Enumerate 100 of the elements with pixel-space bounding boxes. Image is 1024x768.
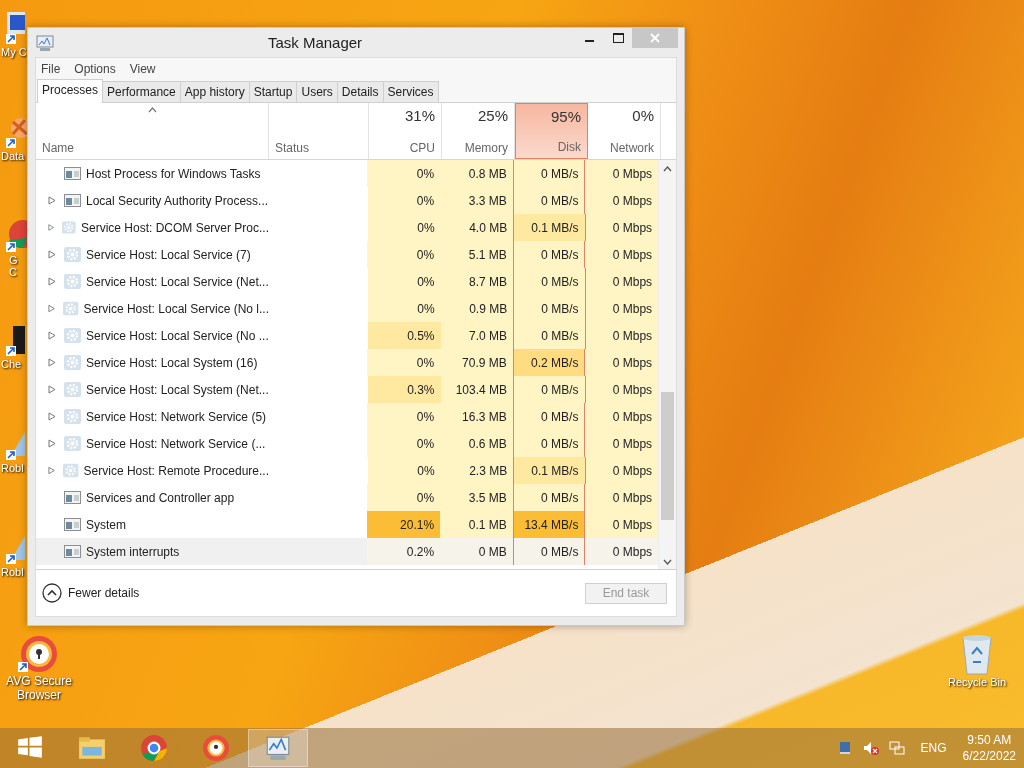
process-name-cell[interactable]: Host Process for Windows Tasks bbox=[36, 160, 268, 187]
column-label: Memory bbox=[464, 141, 508, 155]
tab[interactable]: Users bbox=[296, 81, 338, 102]
maximize-icon[interactable] bbox=[612, 33, 624, 43]
gear-icon bbox=[62, 220, 76, 235]
tab[interactable]: Performance bbox=[102, 81, 181, 102]
expand-arrow-icon[interactable] bbox=[48, 466, 56, 475]
table-cell: 0 MB/s bbox=[512, 403, 586, 430]
network-icon[interactable] bbox=[888, 740, 905, 756]
process-name-cell[interactable]: Service Host: Local Service (7) bbox=[36, 241, 268, 268]
table-cell: 0 Mbps bbox=[585, 484, 659, 511]
window-icon bbox=[64, 193, 81, 208]
table-cell: 0 Mbps bbox=[585, 430, 659, 457]
table-cell: 0 Mbps bbox=[585, 187, 659, 214]
process-name-cell[interactable]: Service Host: Local Service (No l... bbox=[36, 295, 269, 322]
monitor-chart-icon[interactable] bbox=[264, 734, 292, 762]
chevron-up-circle-icon[interactable] bbox=[42, 583, 62, 603]
expand-arrow-icon[interactable] bbox=[48, 412, 56, 421]
table-cell: 20.1% bbox=[367, 511, 441, 538]
process-name-cell[interactable]: Service Host: Network Service (... bbox=[36, 430, 268, 457]
table-cell: 0% bbox=[368, 214, 441, 241]
scroll-down-icon[interactable] bbox=[663, 559, 673, 565]
column-header[interactable]: Name bbox=[42, 141, 262, 155]
process-name: System bbox=[86, 517, 126, 532]
process-name-cell[interactable]: Service Host: Local Service (No ... bbox=[36, 322, 269, 349]
expand-arrow-icon[interactable] bbox=[48, 331, 56, 340]
tab[interactable]: Processes bbox=[37, 79, 104, 103]
table-cell: 0.1 MB/s bbox=[513, 457, 586, 484]
table-cell: 0 MB/s bbox=[512, 538, 586, 565]
table-cell: 0.8 MB bbox=[440, 160, 513, 187]
table-cell: 0.2 MB/s bbox=[512, 349, 586, 376]
table-cell: 0 MB/s bbox=[513, 322, 586, 349]
process-name: System interrupts bbox=[86, 544, 180, 559]
process-name: Service Host: Local Service (No l... bbox=[83, 301, 269, 316]
shortcut-label: Che bbox=[1, 358, 22, 370]
table-cell: 0.6 MB bbox=[440, 430, 513, 457]
table-cell: 0 Mbps bbox=[585, 376, 659, 403]
column-header[interactable]: Status bbox=[275, 141, 362, 155]
process-name-cell[interactable]: Service Host: Local System (16) bbox=[36, 349, 268, 376]
table-cell: 0.9 MB bbox=[440, 295, 514, 322]
process-name: Service Host: Network Service (5) bbox=[86, 409, 267, 424]
column-header[interactable]: 95% Disk bbox=[515, 103, 588, 159]
process-name: Service Host: Remote Procedure... bbox=[83, 463, 269, 478]
window-title: Task Manager bbox=[266, 34, 364, 51]
expand-arrow-icon[interactable] bbox=[48, 223, 55, 232]
scroll-up-icon[interactable] bbox=[663, 166, 673, 172]
expand-arrow-icon[interactable] bbox=[48, 385, 56, 394]
menu-item[interactable]: Options bbox=[74, 62, 116, 76]
folder-icon[interactable] bbox=[78, 734, 106, 762]
shortcut-icon[interactable] bbox=[5, 10, 27, 46]
process-name-cell[interactable]: Service Host: Local System (Net... bbox=[36, 376, 269, 403]
process-name-cell[interactable]: System interrupts bbox=[36, 538, 268, 565]
scrollbar[interactable] bbox=[658, 160, 676, 569]
process-name-cell[interactable]: Service Host: Network Service (5) bbox=[36, 403, 268, 430]
menu-item[interactable]: View bbox=[129, 62, 156, 76]
expand-arrow-icon[interactable] bbox=[48, 439, 56, 448]
gear-icon bbox=[64, 355, 81, 370]
tab[interactable]: App history bbox=[179, 81, 250, 102]
usage-percent: 95% bbox=[550, 108, 581, 125]
task-manager-icon bbox=[36, 33, 54, 52]
scroll-thumb[interactable] bbox=[661, 392, 675, 520]
table-cell: 13.4 MB/s bbox=[512, 511, 586, 538]
process-name: Service Host: Local System (16) bbox=[86, 355, 258, 370]
table-cell: 0 Mbps bbox=[585, 268, 659, 295]
expand-arrow-icon[interactable] bbox=[48, 277, 56, 286]
gear-icon bbox=[64, 328, 81, 343]
window-icon bbox=[64, 490, 81, 505]
tab[interactable]: Services bbox=[382, 81, 439, 102]
active-app-highlight[interactable] bbox=[248, 729, 308, 767]
column-header[interactable]: 31% CPU bbox=[369, 103, 442, 159]
process-name-cell[interactable]: System bbox=[36, 511, 268, 538]
menu-item[interactable]: File bbox=[41, 62, 61, 76]
table-cell: 0 Mbps bbox=[585, 538, 659, 565]
table-cell: 70.9 MB bbox=[440, 349, 513, 376]
expand-arrow-icon[interactable] bbox=[48, 358, 56, 367]
table-cell: 0% bbox=[367, 403, 441, 430]
process-name: Service Host: Local Service (7) bbox=[86, 247, 251, 262]
expand-arrow-icon[interactable] bbox=[48, 250, 56, 259]
expand-arrow-icon[interactable] bbox=[48, 304, 56, 313]
table-cell: 0.2% bbox=[367, 538, 441, 565]
tab[interactable]: Details bbox=[336, 81, 384, 102]
shortcut-label: My C bbox=[1, 46, 27, 58]
table-cell: 0 Mbps bbox=[585, 160, 659, 187]
table-cell: 0.5% bbox=[368, 322, 441, 349]
process-name-cell[interactable]: Local Security Authority Process... bbox=[36, 187, 269, 214]
browser-icon[interactable] bbox=[140, 734, 168, 762]
process-name-cell[interactable]: Service Host: Local Service (Net... bbox=[36, 268, 269, 295]
selected-row[interactable]: System interrupts 0.2% 0 MB 0 MB/s 0 Mbps bbox=[36, 538, 659, 565]
table-cell: 2.3 MB bbox=[440, 457, 514, 484]
volume-muted-icon[interactable] bbox=[862, 740, 879, 756]
fewer-details-button[interactable]: Fewer details bbox=[42, 583, 140, 603]
process-name-cell[interactable]: Services and Controller app bbox=[36, 484, 268, 511]
column-header[interactable]: 0% Network bbox=[588, 103, 661, 159]
table-cell: 0 MB bbox=[440, 538, 513, 565]
expand-arrow-icon[interactable] bbox=[48, 196, 56, 205]
process-name-cell[interactable]: Service Host: Remote Procedure... bbox=[36, 457, 269, 484]
tab[interactable]: Startup bbox=[248, 81, 298, 102]
table-cell: 0.1 MB/s bbox=[513, 214, 586, 241]
process-name-cell[interactable]: Service Host: DCOM Server Proc... bbox=[36, 214, 269, 241]
process-name: Services and Controller app bbox=[86, 490, 235, 505]
